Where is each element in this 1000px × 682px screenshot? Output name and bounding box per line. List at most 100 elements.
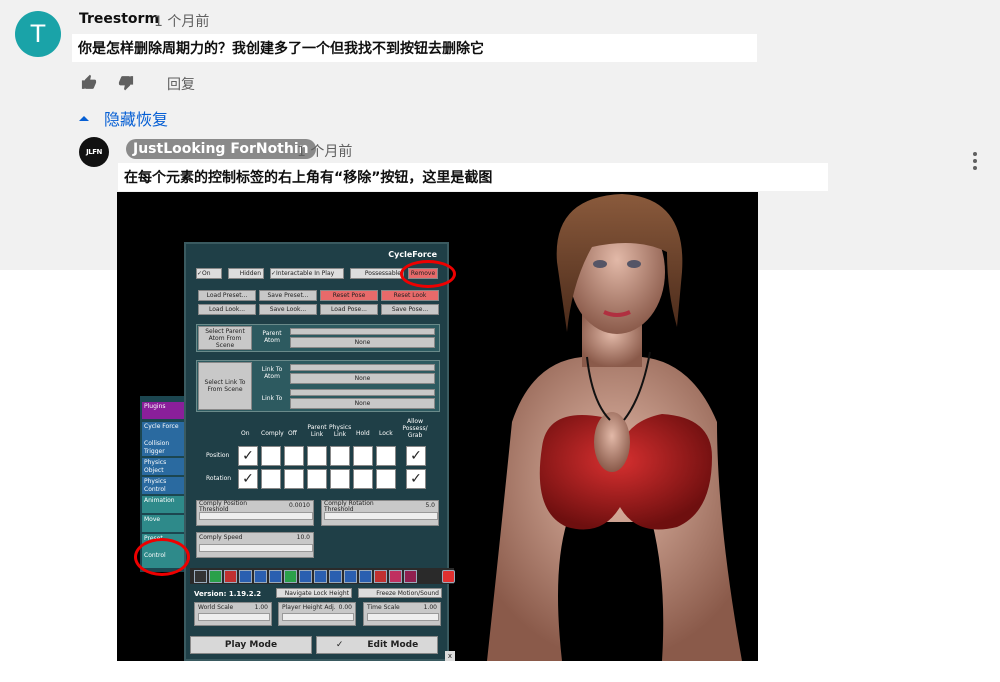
play-mode-button[interactable]: Play Mode — [190, 636, 312, 654]
hand-grab-icon[interactable] — [404, 570, 417, 583]
position-physics-link-box[interactable] — [330, 446, 350, 466]
rotation-parent-link-box[interactable] — [307, 469, 327, 489]
player-height-slider[interactable]: Player Height Adj. 0.00 — [278, 602, 356, 626]
power-icon[interactable] — [442, 570, 455, 583]
load-preset-button[interactable]: Load Preset... — [198, 290, 256, 301]
grid-row-rotation: Rotation — [206, 475, 232, 482]
rotation-lock-box[interactable] — [376, 469, 396, 489]
position-allow-possess-box[interactable]: ✓ — [406, 446, 426, 466]
tab-cycle-force[interactable]: Cycle Force — [142, 422, 188, 439]
link-atom-scroll[interactable] — [290, 364, 435, 371]
comment-time[interactable]: 1 个月前 — [154, 11, 209, 31]
load-pose-button[interactable]: Load Pose... — [320, 304, 378, 315]
reply-avatar-text: JLFN — [86, 148, 102, 156]
menu-icon[interactable] — [194, 570, 207, 583]
like-button[interactable] — [78, 72, 100, 92]
reset-pose-button[interactable]: Reset Pose — [320, 290, 378, 301]
person-select-icon[interactable] — [329, 570, 342, 583]
hidden-checkbox[interactable]: Hidden — [228, 268, 264, 279]
link-atom-select[interactable]: None — [290, 373, 435, 384]
close-button[interactable]: x — [445, 651, 455, 661]
parent-atom-select[interactable]: None — [290, 337, 435, 348]
navigate-lock-height-checkbox[interactable]: Navigate Lock Height — [276, 588, 352, 598]
commenter-avatar[interactable]: T — [15, 11, 61, 57]
grid-header-allow-possess: Allow Possess/ Grab — [402, 418, 428, 439]
grid-header-physics-link: Physics Link — [329, 424, 352, 438]
package-icon[interactable] — [254, 570, 267, 583]
position-off-box[interactable] — [284, 446, 304, 466]
select-parent-button[interactable]: Select Parent Atom From Scene — [198, 326, 252, 350]
rotation-on-box[interactable]: ✓ — [238, 469, 258, 489]
character-figure — [487, 194, 742, 661]
link-to-label: Link To — [261, 395, 283, 402]
freeze-motion-sound-checkbox[interactable]: Freeze Motion/Sound — [358, 588, 442, 598]
tab-collision-trigger[interactable]: Collision Trigger — [142, 439, 188, 456]
parent-atom-scroll[interactable] — [290, 328, 435, 335]
reply-avatar[interactable]: JLFN — [79, 137, 109, 167]
add-person-icon[interactable] — [284, 570, 297, 583]
link-to-select[interactable]: None — [290, 398, 435, 409]
rotation-hold-box[interactable] — [353, 469, 373, 489]
rotation-comply-box[interactable] — [261, 469, 281, 489]
parent-atom-label: Parent Atom — [262, 330, 282, 344]
link-to-scroll[interactable] — [290, 389, 435, 396]
tab-physics-control[interactable]: Physics Control — [142, 477, 188, 494]
cloud-icon[interactable] — [269, 570, 282, 583]
avatar-letter: T — [30, 20, 46, 48]
hand-point-icon[interactable] — [389, 570, 402, 583]
reply-author-badge[interactable]: JustLooking ForNothin — [126, 139, 316, 159]
save-pose-button[interactable]: Save Pose... — [381, 304, 439, 315]
save-look-button[interactable]: Save Look... — [259, 304, 317, 315]
interactable-in-play-checkbox[interactable]: ✓ Interactable In Play — [270, 268, 344, 279]
more-actions-button[interactable] — [963, 146, 987, 176]
dislike-button[interactable] — [115, 72, 137, 92]
delete-atom-icon[interactable] — [224, 570, 237, 583]
world-scale-slider[interactable]: World Scale 1.00 — [194, 602, 272, 626]
tools-icon[interactable] — [344, 570, 357, 583]
rotation-allow-possess-box[interactable]: ✓ — [406, 469, 426, 489]
rotation-physics-link-box[interactable] — [330, 469, 350, 489]
position-lock-box[interactable] — [376, 446, 396, 466]
hand-icon[interactable] — [374, 570, 387, 583]
comment-author[interactable]: Treestorm — [79, 11, 159, 27]
cursor-icon[interactable] — [314, 570, 327, 583]
tab-move[interactable]: Move — [142, 515, 188, 532]
load-look-button[interactable]: Load Look... — [198, 304, 256, 315]
add-atom-icon[interactable] — [209, 570, 222, 583]
rotation-off-box[interactable] — [284, 469, 304, 489]
control-annotation-circle — [134, 538, 190, 576]
grid-header-off: Off — [288, 430, 297, 437]
remove-annotation-circle — [400, 260, 456, 288]
plus-icon[interactable] — [359, 570, 372, 583]
thumbs-up-icon — [81, 74, 97, 89]
time-scale-slider[interactable]: Time Scale 1.00 — [363, 602, 441, 626]
reset-look-button[interactable]: Reset Look — [381, 290, 439, 301]
grid-header-parent-link: Parent Link — [307, 424, 327, 438]
version-label: Version: 1.19.2.2 — [194, 590, 262, 598]
position-hold-box[interactable] — [353, 446, 373, 466]
link-to-atom-label: Link To Atom — [261, 366, 283, 380]
attached-screenshot: Plugins Cycle Force Collision Trigger Ph… — [117, 192, 758, 661]
comply-speed-slider[interactable]: Comply Speed 10.0 — [196, 532, 314, 558]
hide-replies-toggle[interactable]: 隐藏恢复 — [78, 106, 168, 130]
select-link-button[interactable]: Select Link To From Scene — [198, 362, 252, 410]
comply-position-slider[interactable]: Comply Position Threshold 0.0010 — [196, 500, 314, 526]
position-on-box[interactable]: ✓ — [238, 446, 258, 466]
person-icon[interactable] — [299, 570, 312, 583]
comment-text: 你是怎样删除周期力的？我创建多了一个但我找不到按钮去删除它 — [72, 34, 757, 62]
tab-plugins[interactable]: Plugins — [142, 402, 188, 419]
position-parent-link-box[interactable] — [307, 446, 327, 466]
comply-rotation-slider[interactable]: Comply Rotation Threshold 5.0 — [321, 500, 439, 526]
reply-button[interactable]: 回复 — [167, 74, 195, 94]
possessable-checkbox[interactable]: Possessable — [350, 268, 404, 279]
position-comply-box[interactable] — [261, 446, 281, 466]
edit-mode-button[interactable]: ✓ Edit Mode — [316, 636, 438, 654]
on-checkbox[interactable]: ✓ On — [196, 268, 222, 279]
tab-physics-object[interactable]: Physics Object — [142, 458, 188, 475]
thumbs-down-icon — [118, 75, 134, 90]
save-preset-button[interactable]: Save Preset... — [259, 290, 317, 301]
grid-header-lock: Lock — [379, 430, 393, 437]
reply-time[interactable]: 1 个月前 — [297, 141, 352, 161]
cube-icon[interactable] — [239, 570, 252, 583]
tab-animation[interactable]: Animation — [142, 496, 188, 513]
